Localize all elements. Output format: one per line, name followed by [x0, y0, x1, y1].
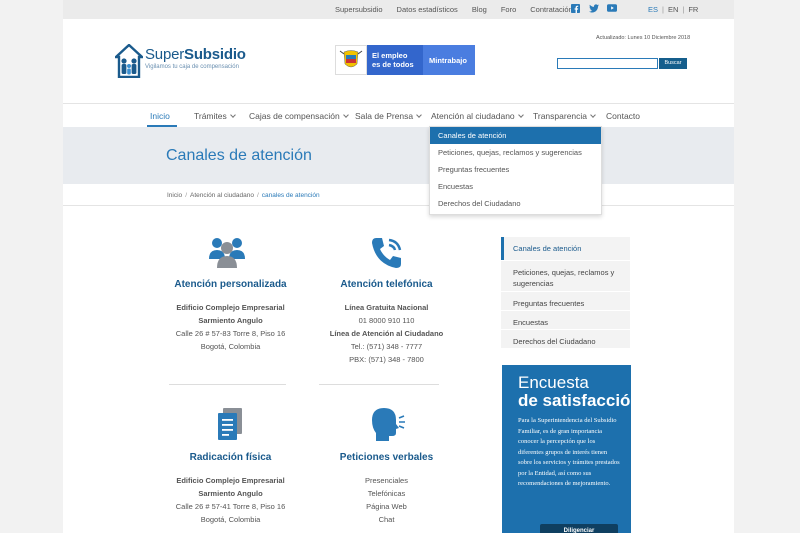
gov-ministry: Mintrabajo — [423, 45, 475, 75]
lang-separator: | — [662, 5, 664, 14]
document-icon — [218, 408, 242, 440]
chevron-down-icon — [416, 112, 422, 118]
dropdown-item-derechos[interactable]: Derechos del Ciudadano — [430, 195, 601, 212]
youtube-icon[interactable] — [607, 4, 617, 13]
block-line: Edificio Complejo Empresarial — [176, 476, 285, 485]
top-links: Supersubsidio Datos estadísticos Blog Fo… — [335, 5, 587, 14]
main-nav: Inicio Trámites Cajas de compensación Sa… — [63, 104, 734, 127]
block-line: 01 8000 910 110 — [358, 316, 415, 325]
survey-title-light: Encuesta — [518, 373, 589, 392]
breadcrumb-separator: / — [185, 192, 187, 199]
block-peticiones-verbales: Peticiones verbales Presenciales Telefón… — [329, 452, 444, 526]
lang-es[interactable]: ES — [648, 5, 658, 14]
speaking-head-icon — [372, 408, 405, 441]
block-atencion-personalizada: Atención personalizada Edificio Complejo… — [173, 279, 288, 353]
house-family-icon — [115, 44, 143, 78]
logo-name: SuperSubsidio — [145, 46, 246, 63]
block-title: Peticiones verbales — [339, 452, 434, 463]
block-line: Tel.: (571) 348 - 7777 — [350, 342, 423, 351]
survey-text: Para la Superintendencia del Subsidio Fa… — [518, 417, 620, 487]
phone-icon — [372, 238, 402, 268]
twitter-icon[interactable] — [589, 4, 599, 13]
breadcrumb-separator: / — [256, 192, 259, 199]
breadcrumb-atencion[interactable]: Atención al ciudadano — [190, 192, 254, 199]
search-input[interactable] — [557, 58, 658, 69]
page-title: Canales de atención — [166, 147, 312, 164]
nav-item-transparencia[interactable]: Transparencia — [533, 111, 596, 121]
block-atencion-telefonica: Atención telefónica Línea Gratuita Nacio… — [329, 279, 444, 366]
government-banner[interactable]: El empleo es de todos Mintrabajo — [335, 45, 475, 75]
dropdown-item-canales[interactable]: Canales de atención — [430, 127, 601, 144]
top-link-datos[interactable]: Datos estadísticos — [397, 5, 458, 14]
block-line: Calle 26 # 57-41 Torre 8, Piso 16 — [175, 502, 286, 511]
dropdown-item-encuestas[interactable]: Encuestas — [430, 178, 601, 195]
block-radicacion-fisica: Radicación física Edificio Complejo Empr… — [173, 452, 288, 526]
block-line: Bogotá, Colombia — [200, 342, 261, 351]
lang-separator: | — [682, 5, 685, 14]
block-title: Atención personalizada — [174, 279, 287, 290]
block-divider — [319, 384, 439, 385]
block-title: Atención telefónica — [340, 279, 433, 290]
block-line: Telefónicas — [367, 489, 406, 498]
sidebar-item-encuestas[interactable]: Encuestas — [501, 311, 630, 329]
survey-button[interactable]: Diligenciar — [540, 524, 618, 533]
nav-item-cajas[interactable]: Cajas de compensación — [249, 111, 349, 121]
block-divider — [169, 384, 286, 385]
language-switcher: ES | EN | FR — [648, 5, 698, 14]
page: Supersubsidio Datos estadísticos Blog Fo… — [63, 0, 734, 533]
top-bar: Supersubsidio Datos estadísticos Blog Fo… — [63, 0, 734, 19]
dropdown-item-peticiones[interactable]: Peticiones, quejas, reclamos y sugerenci… — [430, 144, 601, 161]
block-line: PBX: (571) 348 - 7800 — [349, 355, 424, 364]
block-line: Página Web — [366, 502, 407, 511]
chevron-down-icon — [590, 112, 596, 118]
block-line: Chat — [378, 515, 395, 524]
logo-tagline: Vigilamos tu caja de compensación — [145, 64, 239, 70]
sidebar-item-preguntas[interactable]: Preguntas frecuentes — [501, 292, 630, 310]
chevron-down-icon — [342, 112, 349, 118]
block-title: Radicación física — [189, 452, 272, 463]
nav-item-tramites[interactable]: Trámites — [194, 111, 236, 121]
search-button[interactable]: Buscar — [659, 58, 687, 69]
top-link-supersubsidio[interactable]: Supersubsidio — [335, 5, 383, 14]
nav-item-atencion[interactable]: Atención al ciudadano — [431, 111, 524, 121]
breadcrumb-current: canales de atención — [261, 192, 320, 199]
block-line: Calle 26 # 57-83 Torre 8, Piso 16 — [175, 329, 286, 338]
chevron-down-icon — [229, 112, 236, 118]
block-line: Línea Gratuita Nacional — [344, 303, 429, 312]
breadcrumb-inicio[interactable]: Inicio — [167, 192, 182, 199]
top-link-foro[interactable]: Foro — [501, 5, 516, 14]
survey-title-bold: de satisfacción — [518, 391, 641, 410]
colombia-coat-of-arms-icon — [335, 45, 367, 75]
supersubsidio-logo[interactable]: SuperSubsidio Vigilamos tu caja de compe… — [115, 44, 295, 78]
sidebar-item-derechos[interactable]: Derechos del Ciudadano — [501, 330, 630, 348]
nav-item-sala-prensa[interactable]: Sala de Prensa — [355, 111, 422, 121]
chevron-down-icon — [517, 112, 524, 118]
last-updated: Actualizado: Lunes 10 Diciembre 2018 — [596, 35, 691, 41]
block-line: Presenciales — [365, 476, 408, 485]
breadcrumb-divider — [63, 205, 734, 206]
block-line: Línea de Atención al Ciudadano — [329, 329, 444, 338]
lang-fr[interactable]: FR — [688, 5, 698, 14]
facebook-icon[interactable] — [571, 4, 580, 13]
top-link-contratacion[interactable]: Contratación — [530, 5, 573, 14]
people-icon — [209, 238, 245, 268]
block-line: Bogotá, Colombia — [200, 515, 261, 524]
nav-item-inicio[interactable]: Inicio — [150, 111, 170, 121]
breadcrumb: Inicio / Atención al ciudadano / canales de … — [167, 192, 320, 199]
survey-box: Encuesta de satisfacción Para la Superin… — [502, 365, 641, 533]
lang-en[interactable]: EN — [668, 5, 678, 14]
sidebar-item-canales[interactable]: Canales de atención — [501, 237, 630, 260]
nav-item-contacto[interactable]: Contacto — [606, 111, 640, 121]
title-band — [63, 127, 734, 184]
block-line: Sarmiento Angulo — [198, 489, 263, 498]
block-line: Sarmiento Angulo — [198, 316, 263, 325]
dropdown-item-preguntas[interactable]: Preguntas frecuentes — [430, 161, 601, 178]
top-link-blog[interactable]: Blog — [472, 5, 487, 14]
block-line: Edificio Complejo Empresarial — [176, 303, 285, 312]
sidebar-item-peticiones[interactable]: Peticiones, quejas, reclamos y sugerenci… — [501, 261, 630, 291]
atencion-dropdown-menu: Canales de atención Peticiones, quejas, … — [429, 126, 602, 215]
gov-slogan: El empleo es de todos — [367, 45, 423, 75]
social-links — [571, 4, 617, 13]
